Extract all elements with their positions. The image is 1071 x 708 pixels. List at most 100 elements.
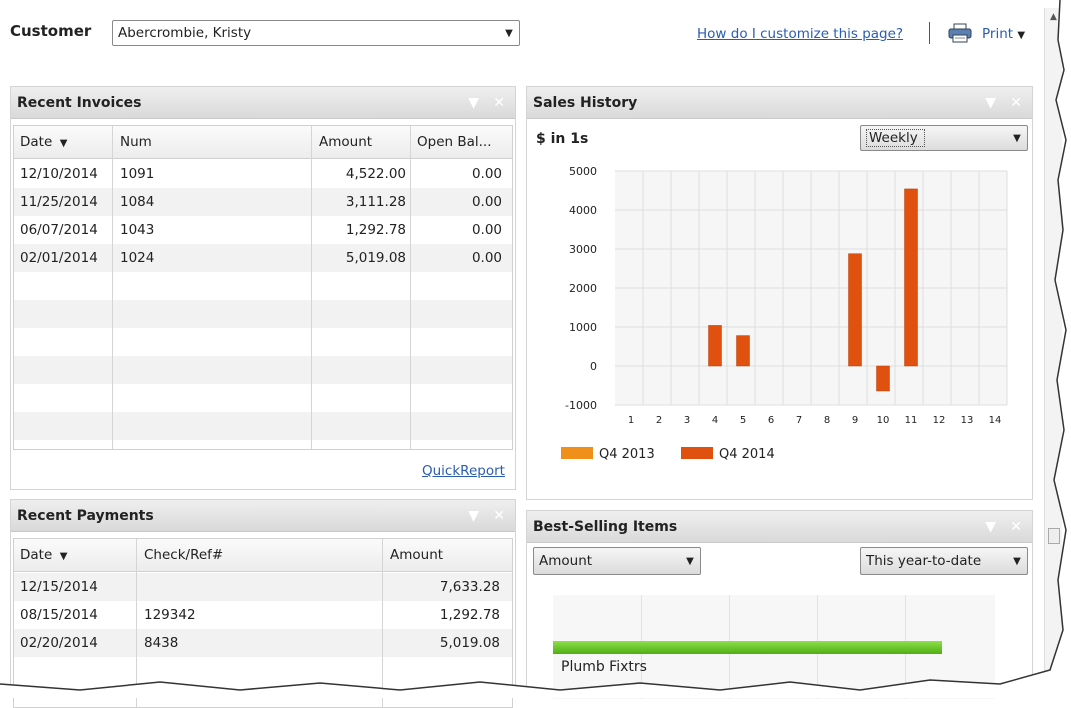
- legend-label: Q4 2014: [719, 447, 775, 462]
- print-label: Print: [982, 26, 1014, 42]
- sort-down-icon: ▼: [56, 551, 68, 562]
- close-icon[interactable]: ✕: [1010, 511, 1022, 543]
- best-selling-panel: Best-Selling Items ▼ ✕ Amount ▼ This yea…: [526, 510, 1033, 699]
- column-header-num[interactable]: Num: [120, 128, 152, 156]
- column-header-date[interactable]: Date ▼: [20, 541, 67, 571]
- column-divider: [382, 539, 383, 707]
- x-tick-label: 9: [852, 415, 858, 426]
- vertical-scrollbar[interactable]: ▲: [1044, 8, 1062, 698]
- period-dropdown[interactable]: Weekly ▼: [860, 125, 1028, 151]
- legend-swatch: [561, 447, 593, 459]
- table-header: Date ▼ Check/Ref# Amount: [14, 539, 512, 572]
- legend-swatch: [681, 447, 713, 459]
- metric-dropdown[interactable]: Amount ▼: [533, 547, 701, 575]
- panel-menu-icon[interactable]: ▼: [985, 511, 996, 543]
- chart-bar: [876, 365, 890, 392]
- legend-label: Q4 2013: [599, 447, 655, 462]
- x-tick-label: 7: [796, 415, 802, 426]
- empty-row: [14, 300, 512, 328]
- customize-page-link[interactable]: How do I customize this page?: [697, 26, 903, 42]
- customer-label: Customer: [10, 22, 92, 40]
- x-tick-label: 10: [877, 415, 890, 426]
- sales-history-chart: 5000 4000 3000 2000 1000 0 -1000 1 2 3 4 5 6 7 8 9 10 11 1…: [527, 157, 1032, 487]
- recent-invoices-title: Recent Invoices: [11, 87, 515, 119]
- payments-table: Date ▼ Check/Ref# Amount 12/15/2014 7,63…: [13, 538, 513, 708]
- x-tick-label: 8: [824, 415, 830, 426]
- x-tick-label: 3: [684, 415, 690, 426]
- sales-history-panel: Sales History ▼ ✕ $ in 1s Weekly ▼ 5000 4…: [526, 86, 1033, 500]
- x-tick-label: 6: [768, 415, 774, 426]
- column-divider: [410, 126, 411, 449]
- best-selling-bar: [553, 641, 942, 654]
- metric-dropdown-value: Amount: [539, 553, 593, 569]
- chart-bar: [848, 253, 862, 367]
- column-divider: [112, 126, 113, 449]
- empty-row: [14, 356, 512, 384]
- y-tick-label: 5000: [569, 165, 597, 178]
- period-dropdown-value: Weekly: [866, 129, 925, 147]
- y-tick-label: 4000: [569, 204, 597, 217]
- y-tick-label: -1000: [565, 399, 597, 412]
- best-selling-chart: Plumb Fixtrs: [553, 595, 995, 699]
- chevron-down-icon: ▼: [1013, 555, 1021, 567]
- y-tick-label: 1000: [569, 321, 597, 334]
- empty-row: [14, 412, 512, 440]
- y-tick-label: 3000: [569, 243, 597, 256]
- table-row[interactable]: 02/20/2014 8438 5,019.08: [14, 629, 512, 657]
- best-selling-item-label: Plumb Fixtrs: [561, 659, 647, 675]
- panel-menu-icon[interactable]: ▼: [985, 87, 996, 119]
- invoices-table: Date ▼ Num Amount Open Bal... 12/10/2014…: [13, 125, 513, 450]
- customer-dropdown-value: Abercrombie, Kristy: [118, 25, 252, 41]
- table-row[interactable]: 12/15/2014 7,633.28: [14, 573, 512, 601]
- close-icon[interactable]: ✕: [493, 500, 505, 532]
- x-tick-label: 11: [905, 415, 918, 426]
- table-header: Date ▼ Num Amount Open Bal...: [14, 126, 512, 159]
- scrollbar-thumb[interactable]: [1048, 528, 1060, 544]
- column-header-open-balance[interactable]: Open Bal...: [417, 128, 492, 156]
- chevron-down-icon: ▼: [505, 27, 513, 39]
- y-tick-label: 0: [590, 360, 597, 373]
- column-header-amount[interactable]: Amount: [319, 128, 372, 156]
- empty-row: [14, 384, 512, 412]
- column-header-check-ref[interactable]: Check/Ref#: [144, 541, 223, 569]
- recent-payments-panel: Recent Payments ▼ ✕ Date ▼ Check/Ref# Am…: [10, 499, 516, 708]
- panel-menu-icon[interactable]: ▼: [468, 87, 479, 119]
- x-tick-label: 12: [933, 415, 946, 426]
- print-menu[interactable]: Print ▼: [982, 26, 1025, 42]
- table-row[interactable]: 02/01/2014 1024 5,019.08 0.00: [14, 244, 512, 272]
- recent-payments-title: Recent Payments: [11, 500, 515, 532]
- divider: [929, 22, 930, 44]
- x-tick-label: 2: [656, 415, 662, 426]
- empty-row: [14, 272, 512, 300]
- chart-bar: [708, 325, 722, 367]
- customer-dropdown[interactable]: Abercrombie, Kristy ▼: [112, 20, 520, 46]
- x-tick-label: 5: [740, 415, 746, 426]
- chevron-down-icon: ▼: [1013, 132, 1021, 144]
- quickreport-link[interactable]: QuickReport: [422, 463, 505, 479]
- chevron-down-icon: ▼: [1017, 30, 1026, 41]
- column-header-date[interactable]: Date ▼: [20, 128, 67, 158]
- range-dropdown[interactable]: This year-to-date ▼: [860, 547, 1028, 575]
- empty-row: [14, 328, 512, 356]
- best-selling-title: Best-Selling Items: [527, 511, 1032, 543]
- range-dropdown-value: This year-to-date: [866, 553, 982, 569]
- panel-menu-icon[interactable]: ▼: [468, 500, 479, 532]
- sales-history-title: Sales History: [527, 87, 1032, 119]
- chevron-down-icon: ▼: [686, 555, 694, 567]
- table-row[interactable]: 11/25/2014 1084 3,111.28 0.00: [14, 188, 512, 216]
- x-tick-label: 1: [628, 415, 634, 426]
- table-row[interactable]: 12/10/2014 1091 4,522.00 0.00: [14, 160, 512, 188]
- recent-invoices-panel: Recent Invoices ▼ ✕ Date ▼ Num Amount Op…: [10, 86, 516, 490]
- column-divider: [311, 126, 312, 449]
- column-divider: [136, 539, 137, 707]
- printer-icon[interactable]: [948, 23, 972, 47]
- chart-bar: [736, 335, 750, 367]
- column-header-amount[interactable]: Amount: [390, 541, 443, 569]
- x-tick-label: 14: [989, 415, 1002, 426]
- close-icon[interactable]: ✕: [493, 87, 505, 119]
- close-icon[interactable]: ✕: [1010, 87, 1022, 119]
- scroll-up-icon[interactable]: ▲: [1045, 8, 1062, 22]
- chart-canvas: 500040003000200010000-10001 2 3 4 5 6 7 8 9 10 11 1…: [561, 165, 1008, 462]
- table-row[interactable]: 06/07/2014 1043 1,292.78 0.00: [14, 216, 512, 244]
- table-row[interactable]: 08/15/2014 129342 1,292.78: [14, 601, 512, 629]
